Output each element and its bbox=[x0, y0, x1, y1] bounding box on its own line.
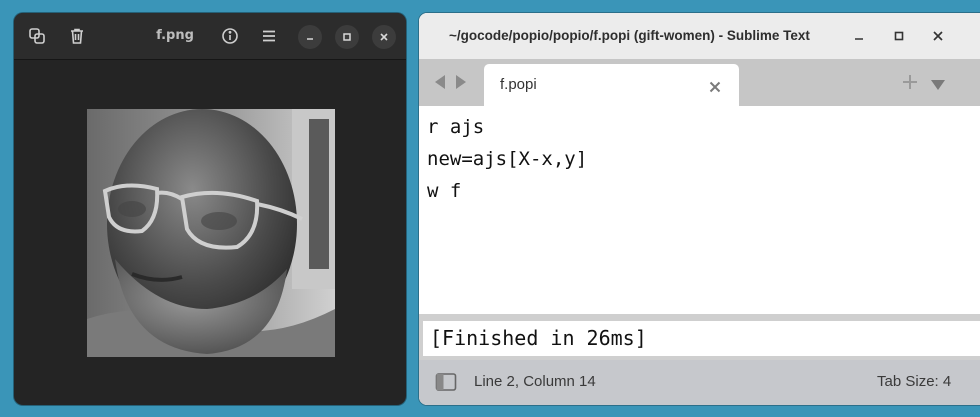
maximize-icon[interactable] bbox=[335, 25, 359, 49]
code-line-2: new=ajs[X-x,y] bbox=[427, 148, 588, 170]
tab-size[interactable]: Tab Size: 4 bbox=[877, 373, 951, 390]
minimize-icon[interactable] bbox=[298, 25, 322, 49]
build-output[interactable]: [Finished in 26ms] bbox=[423, 321, 980, 356]
arrow-left-icon[interactable] bbox=[433, 74, 447, 94]
window-title: ~/gocode/popio/popio/f.popi (gift-women)… bbox=[449, 28, 810, 43]
code-editor[interactable]: r ajs new=ajs[X-x,y] w f bbox=[419, 106, 980, 314]
portrait-photo bbox=[87, 109, 335, 357]
plus-icon[interactable] bbox=[901, 73, 919, 95]
trash-icon[interactable] bbox=[64, 23, 90, 49]
image-viewer-window: f.png bbox=[14, 13, 406, 405]
tab-label: f.popi bbox=[500, 76, 537, 93]
close-icon[interactable] bbox=[709, 78, 721, 97]
maximize-icon[interactable] bbox=[889, 26, 909, 46]
hamburger-menu-icon[interactable] bbox=[256, 23, 282, 49]
copy-icon[interactable] bbox=[24, 23, 50, 49]
minimize-icon[interactable] bbox=[849, 26, 869, 46]
code-line-3: w f bbox=[427, 180, 462, 202]
viewer-headerbar: f.png bbox=[14, 13, 406, 60]
status-bar: Line 2, Column 14 Tab Size: 4 bbox=[419, 360, 980, 405]
build-result-text: [Finished in 26ms] bbox=[430, 326, 647, 350]
cursor-position: Line 2, Column 14 bbox=[474, 373, 596, 390]
viewer-title: f.png bbox=[156, 28, 194, 43]
close-icon[interactable] bbox=[372, 25, 396, 49]
tab-bar: f.popi bbox=[419, 59, 980, 106]
sublime-text-window: ~/gocode/popio/popio/f.popi (gift-women)… bbox=[419, 13, 980, 405]
build-output-panel: [Finished in 26ms] bbox=[419, 314, 980, 360]
arrow-right-icon[interactable] bbox=[454, 74, 468, 94]
close-icon[interactable] bbox=[928, 26, 948, 46]
sidebar-toggle-icon[interactable] bbox=[435, 372, 457, 396]
info-icon[interactable] bbox=[217, 23, 243, 49]
tab-f-popi[interactable]: f.popi bbox=[484, 64, 739, 106]
code-line-1: r ajs bbox=[427, 116, 485, 138]
sublime-titlebar: ~/gocode/popio/popio/f.popi (gift-women)… bbox=[419, 13, 980, 59]
dropdown-triangle-icon[interactable] bbox=[930, 76, 946, 95]
